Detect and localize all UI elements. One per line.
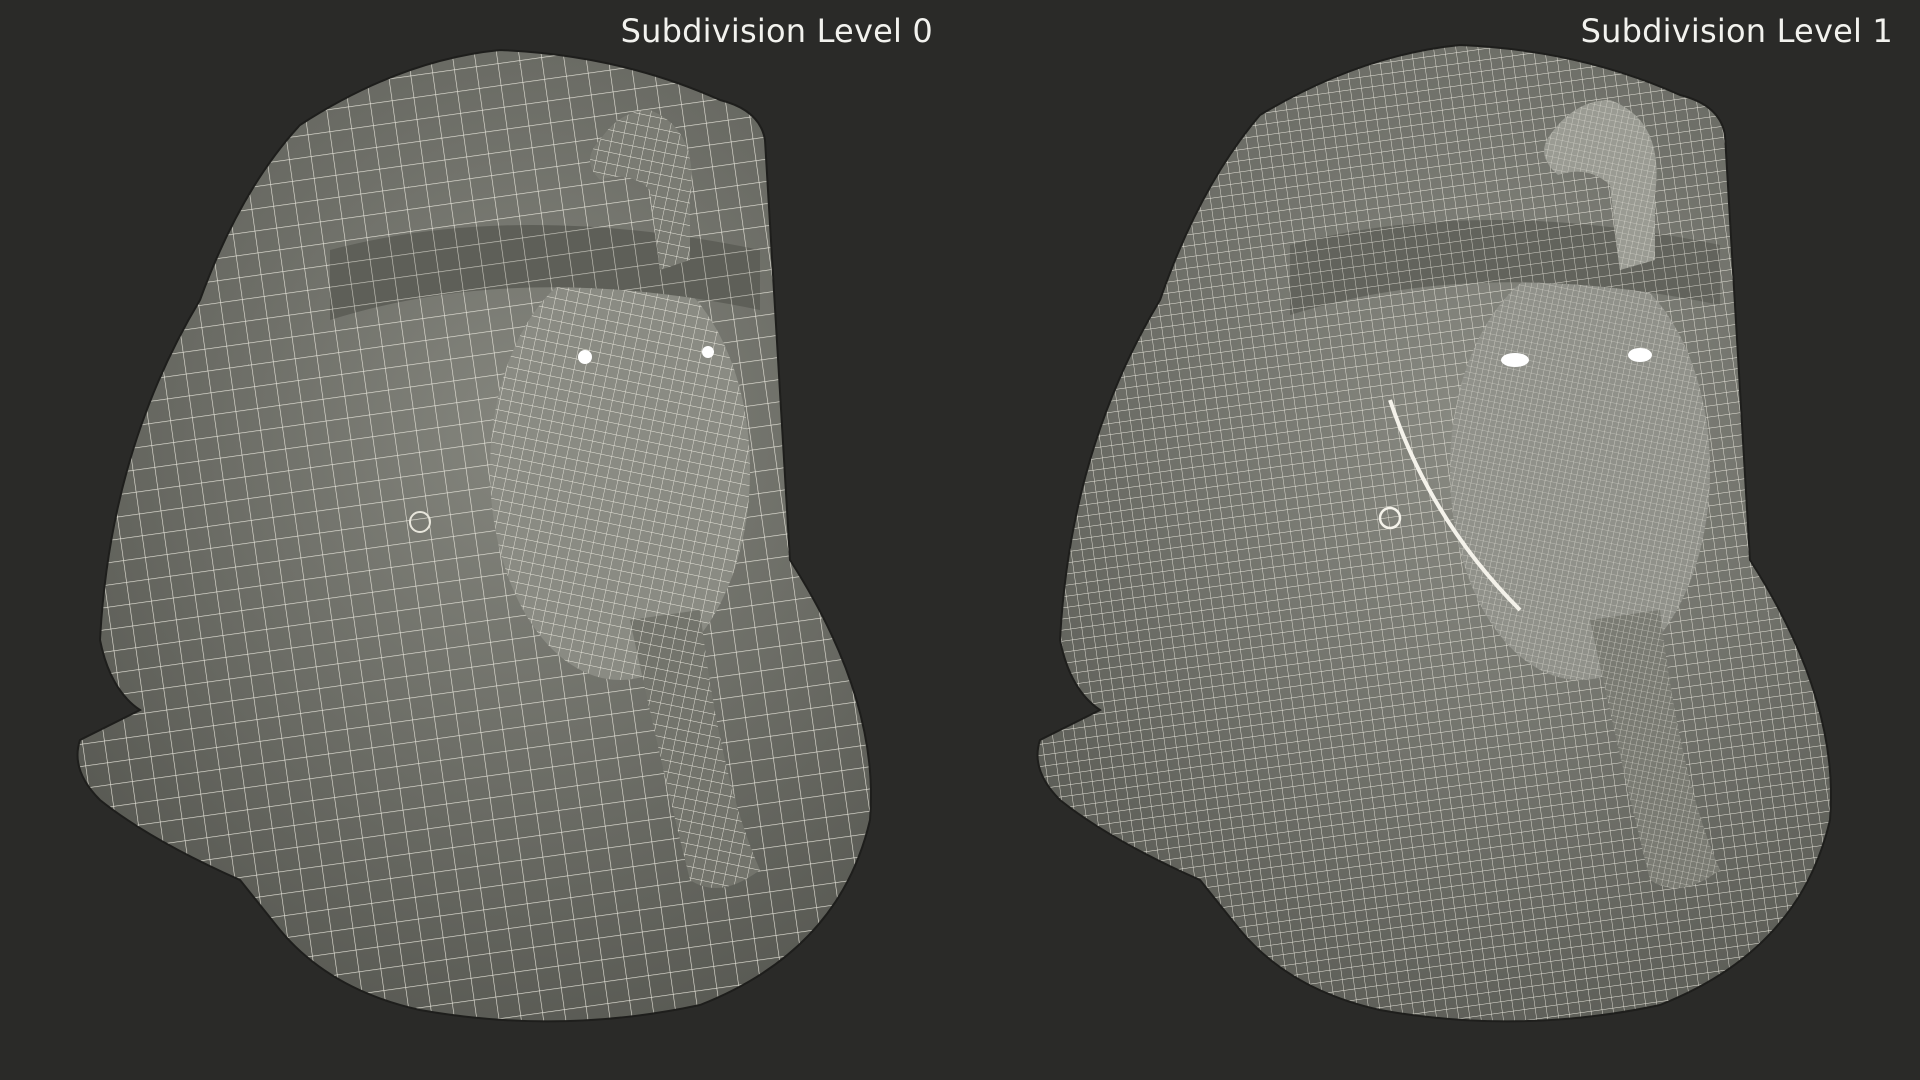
subdivision-label: Subdivision Level 1 — [1580, 12, 1893, 50]
wireframe-bust-level-0 — [76, 49, 872, 1023]
subdivision-label: Subdivision Level 0 — [620, 12, 933, 50]
viewport-left: Subdivision Level 0 — [0, 0, 960, 1080]
wireframe-bust-level-1 — [1036, 44, 1832, 1023]
viewport-right: Subdivision Level 1 — [960, 0, 1920, 1080]
